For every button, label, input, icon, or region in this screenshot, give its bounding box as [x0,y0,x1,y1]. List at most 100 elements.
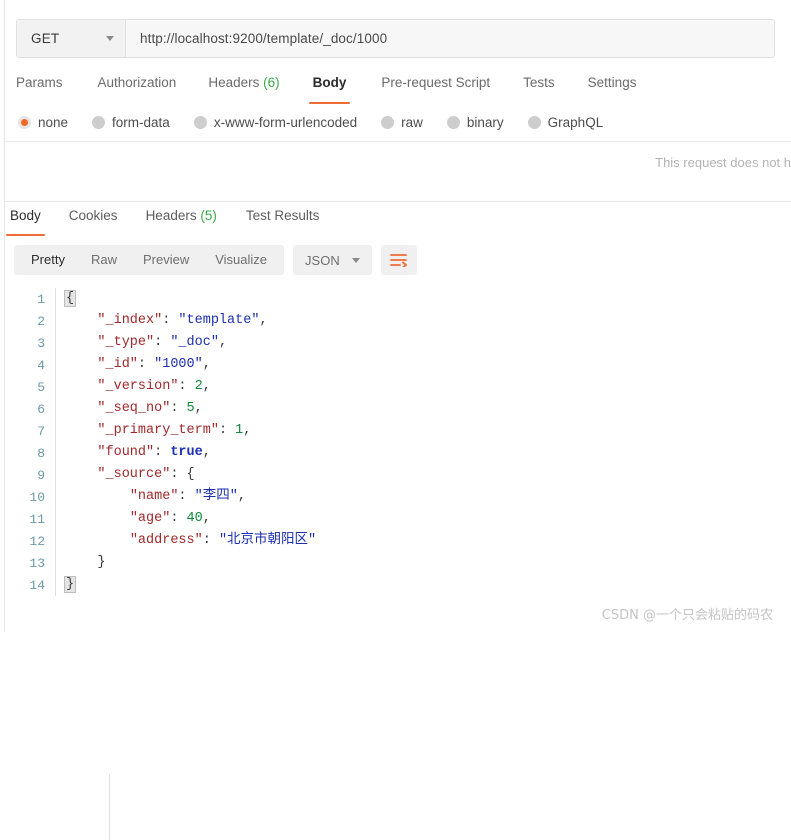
code-line: 9 "_source": { [10,464,780,486]
line-number: 7 [37,423,45,439]
code-line-content: "_id": "1000", [56,354,211,376]
request-url-input[interactable]: http://localhost:9200/template/_doc/1000 [126,20,774,57]
code-line-content: "_source": { [56,464,195,486]
line-number: 3 [37,335,45,351]
radio-unselected-icon [381,115,395,129]
code-line-content: { [56,288,77,310]
request-tab-authorization[interactable]: Authorization [98,72,177,104]
request-tab-label: Settings [587,75,637,90]
body-mode-label: GraphQL [547,114,604,130]
view-mode-raw[interactable]: Raw [78,245,130,275]
request-tab-body[interactable]: Body [308,72,351,104]
json-token-punc: : [154,335,171,350]
request-url-bar: GET http://localhost:9200/template/_doc/… [16,19,775,58]
json-token-str: "1000" [154,357,203,372]
json-token-key: "_id" [97,357,138,372]
json-token-key: "address" [129,533,203,548]
json-token-key: "_seq_no" [97,401,171,416]
request-tab-params[interactable]: Params [16,72,63,104]
line-number: 8 [37,445,45,461]
json-token-punc: , [202,511,211,526]
json-token-punc: , [202,357,211,372]
code-line: 3 "_type": "_doc", [10,332,780,354]
response-tabs: Body Cookies Headers (5) Test Results [6,208,320,238]
request-body-panel: This request does not h [5,141,791,202]
request-tab-settings[interactable]: Settings [588,72,637,104]
json-token-punc: : [170,401,187,416]
body-mode-binary[interactable]: binary [446,114,504,130]
code-line-content: } [56,552,106,574]
response-tab-headers[interactable]: Headers (5) [146,208,217,236]
json-token-brace: { [186,467,195,482]
response-format-label: JSON [305,252,340,268]
json-token-punc: , [202,379,211,394]
view-mode-preview[interactable]: Preview [130,245,202,275]
request-tab-tests[interactable]: Tests [523,72,555,104]
body-type-radio-group: none form-data x-www-form-urlencoded raw bin… [18,110,603,134]
json-token-punc: , [237,489,246,504]
json-token-num: 40 [186,511,203,526]
body-mode-label: none [38,114,69,130]
body-mode-form-data[interactable]: form-data [92,115,170,130]
json-token-key: "found" [97,445,155,460]
matching-brace: { [63,290,77,307]
code-line: 7 "_primary_term": 1, [10,420,780,442]
json-token-punc: : [162,313,179,328]
json-token-key: "_primary_term" [97,423,219,438]
code-line: 2 "_index": "template", [10,310,780,332]
json-token-punc: , [218,335,228,350]
body-mode-none[interactable]: none [18,115,68,130]
json-token-punc: , [202,445,211,460]
json-token-punc: : [202,533,219,548]
wrap-lines-icon [390,254,408,267]
wrap-lines-button[interactable] [380,245,417,275]
response-tab-body[interactable]: Body [6,208,45,236]
response-tab-label: Headers [145,208,197,223]
request-tab-label: Headers [208,75,260,90]
response-tab-label: Cookies [68,208,118,223]
radio-unselected-icon [193,115,207,129]
line-number: 5 [37,379,45,395]
body-mode-label: binary [466,114,504,130]
code-line-content: "_seq_no": 5, [56,398,203,420]
json-token-punc: , [243,423,252,438]
request-tab-headers[interactable]: Headers (6) [208,72,279,104]
body-mode-label: raw [401,114,423,130]
code-line-content: "name": "李四", [56,486,246,508]
code-line-content: "age": 40, [56,508,211,530]
radio-unselected-icon [446,115,460,129]
json-token-punc: : [218,423,236,438]
radio-unselected-icon [527,115,541,129]
body-mode-x-www-form-urlencoded[interactable]: x-www-form-urlencoded [193,115,357,130]
line-number: 11 [29,511,45,527]
request-tab-pre-request-script[interactable]: Pre-request Script [381,72,490,104]
json-token-key: "_version" [97,379,179,394]
json-token-str: "template" [178,313,260,328]
http-method-label: GET [31,31,60,46]
json-token-punc: : [170,467,187,482]
request-tab-count: (6) [259,75,280,90]
watermark: CSDN @一个只会粘贴的码农 [601,608,773,623]
json-token-punc: : [178,489,195,504]
response-tab-cookies[interactable]: Cookies [69,208,118,236]
matching-brace: } [63,576,77,593]
code-line: 5 "_version": 2, [10,376,780,398]
json-token-brace: } [97,555,106,570]
request-tabs: Params Authorization Headers (6) Body Pre-re… [16,72,776,106]
code-line: 6 "_seq_no": 5, [10,398,780,420]
line-number: 4 [37,357,45,373]
json-token-num: 2 [194,379,203,394]
body-mode-graphql[interactable]: GraphQL [527,114,604,130]
json-token-punc: , [194,401,203,416]
left-rail-divider-lower [4,203,5,632]
http-method-select[interactable]: GET [17,20,126,57]
response-tab-test-results[interactable]: Test Results [246,208,320,236]
body-mode-raw[interactable]: raw [381,115,423,130]
response-format-select[interactable]: JSON [293,245,372,275]
view-mode-visualize[interactable]: Visualize [202,245,280,275]
view-mode-pretty[interactable]: Pretty [18,245,78,275]
code-line-content: "_version": 2, [56,376,211,398]
line-number: 2 [37,313,45,329]
code-line-content: "address": "北京市朝阳区" [56,530,316,552]
response-json-viewer[interactable]: 1{2 "_index": "template", 3 "_type": "_do… [10,288,780,840]
